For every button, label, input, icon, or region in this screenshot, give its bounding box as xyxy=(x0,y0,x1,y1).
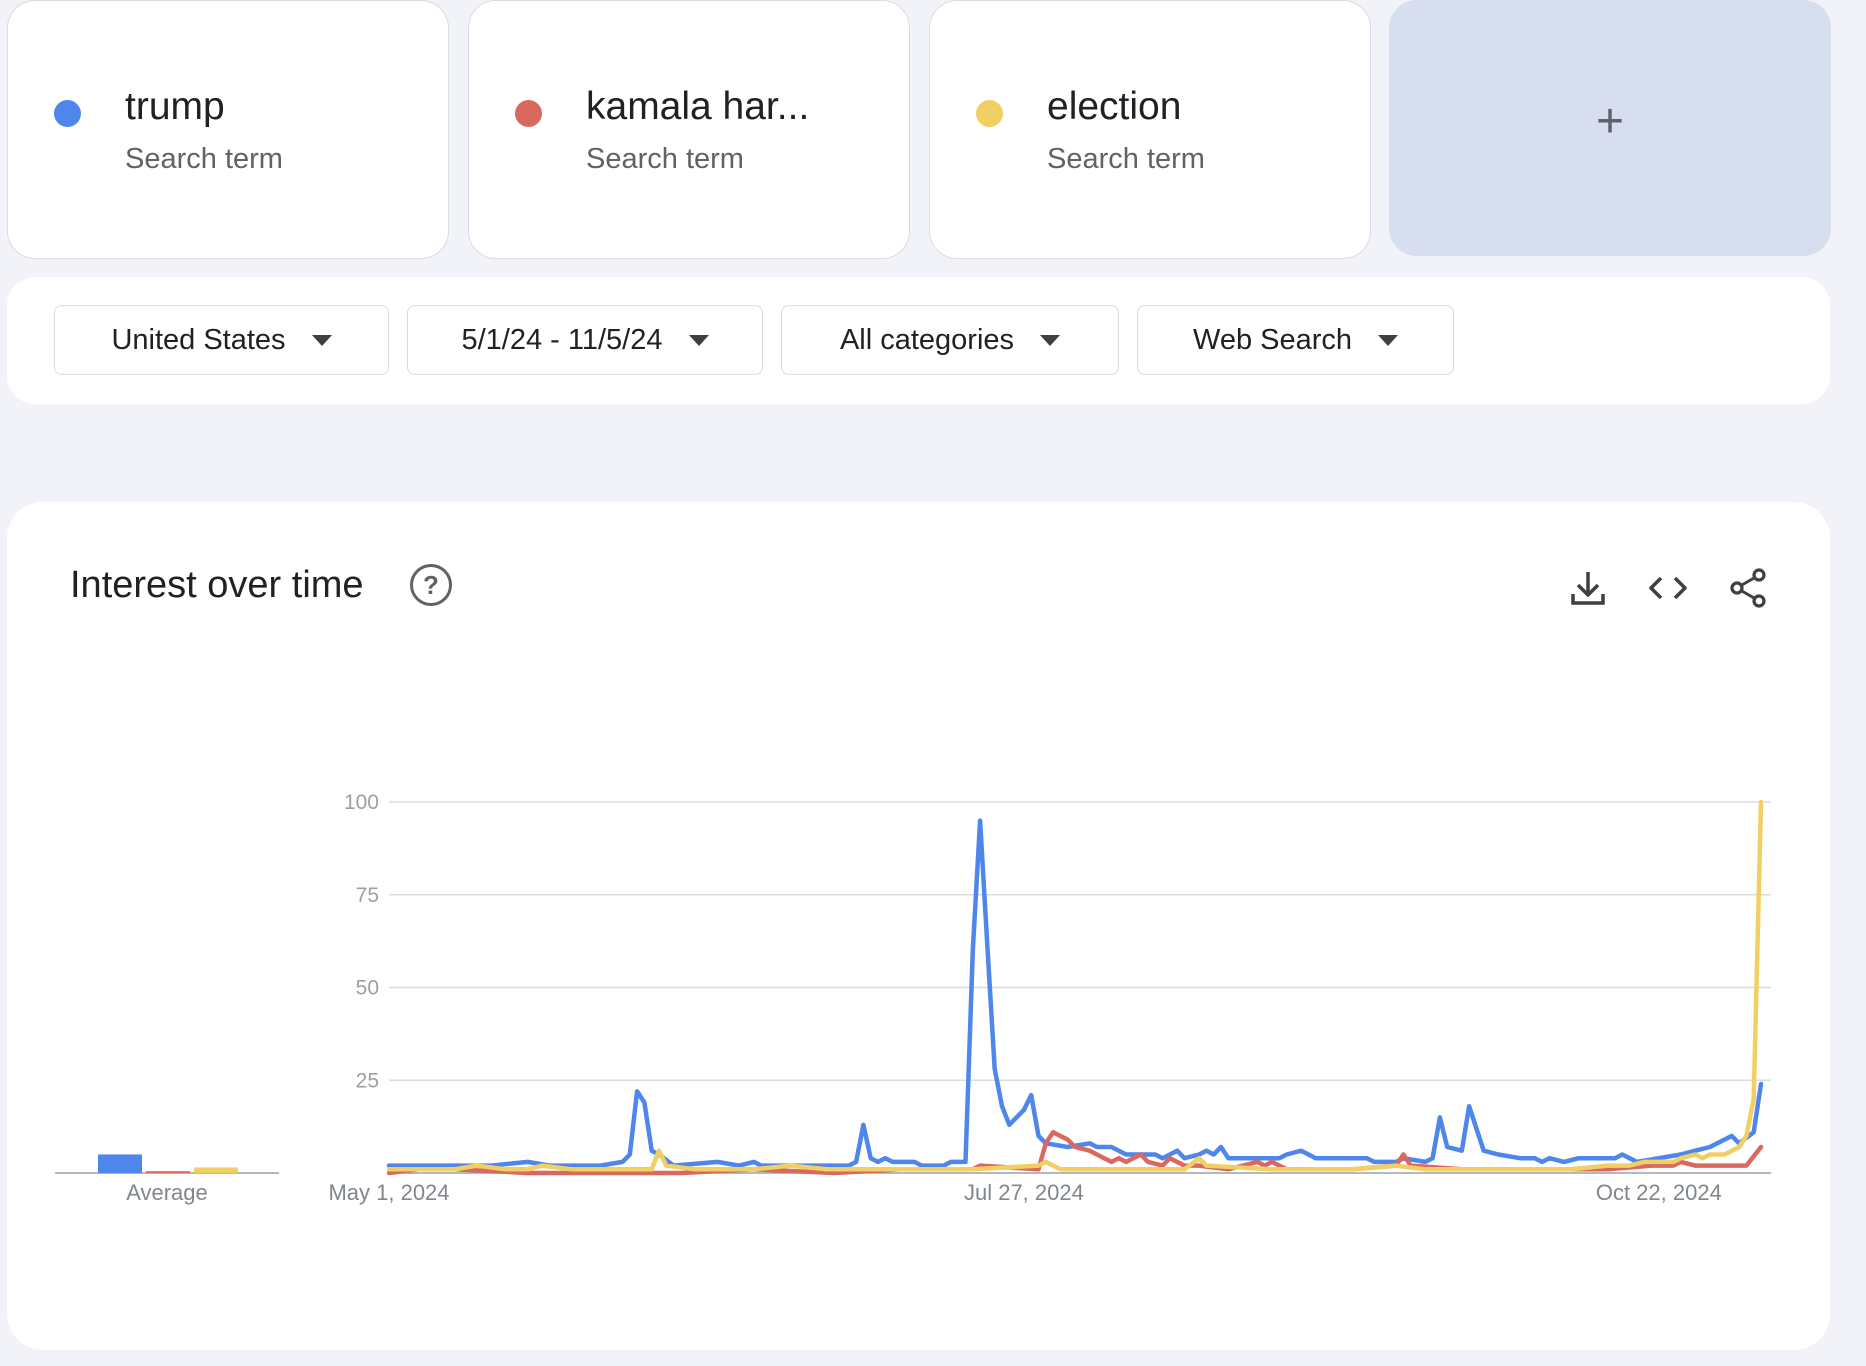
term-name: trump xyxy=(125,85,225,128)
chevron-down-icon xyxy=(1378,334,1399,346)
y-tick-label: 100 xyxy=(344,791,379,814)
category-label: All categories xyxy=(839,323,1015,356)
average-bar-trump xyxy=(98,1154,142,1173)
search-terms-row: trump Search term kamala har... Search t… xyxy=(0,0,1866,262)
average-bar-election xyxy=(194,1167,238,1173)
term-subtitle: Search term xyxy=(125,143,283,175)
term-card-election[interactable]: election Search term xyxy=(929,0,1371,259)
search-type-dropdown[interactable]: Web Search xyxy=(1137,305,1454,375)
term-name: kamala har... xyxy=(586,85,810,128)
term-card-kamala-harris[interactable]: kamala har... Search term xyxy=(468,0,910,259)
term-name: election xyxy=(1047,85,1182,128)
term-color-dot xyxy=(54,100,81,127)
y-tick-label: 75 xyxy=(356,884,379,907)
category-dropdown[interactable]: All categories xyxy=(781,305,1119,375)
average-bar-kamalahar xyxy=(146,1171,190,1174)
series-line-trump xyxy=(386,818,1764,1168)
interest-chart: 100 75 50 25 May 1, 2024 Jul 27, 2024 Oct 22, … xyxy=(55,791,1771,1205)
region-dropdown[interactable]: United States xyxy=(54,305,389,375)
chevron-down-icon xyxy=(311,334,332,346)
plus-icon: + xyxy=(1595,95,1625,148)
chevron-down-icon xyxy=(688,334,709,346)
term-subtitle: Search term xyxy=(586,143,744,175)
date-range-dropdown[interactable]: 5/1/24 - 11/5/24 xyxy=(407,305,763,375)
y-tick-label: 50 xyxy=(356,977,379,1000)
interest-over-time-panel: Interest over time ? 100 75 50 25 May 1, 202… xyxy=(7,502,1830,1350)
x-tick-label: Jul 27, 2024 xyxy=(964,1180,1084,1205)
term-color-dot xyxy=(515,100,542,127)
region-label: United States xyxy=(111,323,286,356)
x-tick-label: Oct 22, 2024 xyxy=(1596,1180,1722,1205)
term-subtitle: Search term xyxy=(1047,143,1205,175)
x-tick-label: May 1, 2024 xyxy=(328,1180,449,1205)
y-tick-label: 25 xyxy=(356,1069,379,1092)
term-color-dot xyxy=(976,100,1003,127)
average-label: Average xyxy=(126,1180,208,1205)
search-type-label: Web Search xyxy=(1192,323,1353,356)
date-range-label: 5/1/24 - 11/5/24 xyxy=(461,323,663,356)
term-card-trump[interactable]: trump Search term xyxy=(7,0,449,259)
chevron-down-icon xyxy=(1040,334,1061,346)
add-comparison-button[interactable]: + xyxy=(1389,0,1831,256)
series-line-election xyxy=(386,799,1764,1172)
